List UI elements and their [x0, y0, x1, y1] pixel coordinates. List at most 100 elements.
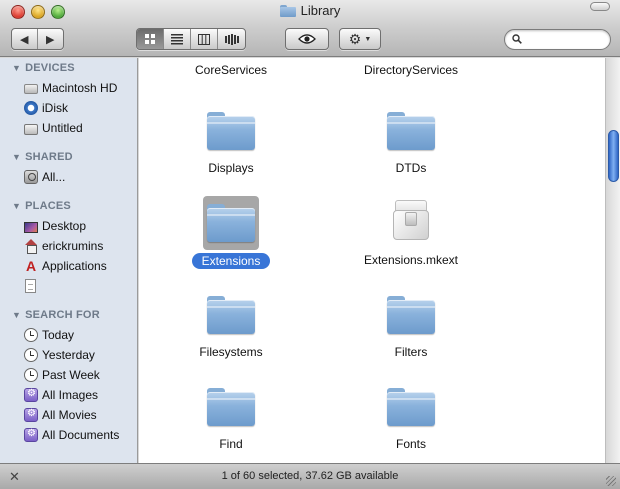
file-browser: CoreServices DirectoryServices Displays …: [139, 58, 605, 463]
status-text: 1 of 60 selected, 37.62 GB available: [221, 470, 399, 482]
vertical-scrollbar[interactable]: [605, 58, 620, 463]
smart-folder-icon: [24, 408, 38, 422]
back-button[interactable]: ◀: [12, 29, 38, 49]
window-toolbar: Library ◀ ▶ ⚙ ▼: [0, 0, 620, 57]
clock-icon: [24, 328, 38, 342]
file-item[interactable]: DirectoryServices: [321, 58, 501, 78]
file-name: DirectoryServices: [363, 63, 459, 77]
document-icon: [25, 279, 36, 293]
action-menu-control: ⚙ ▼: [339, 28, 381, 50]
resize-grip-icon[interactable]: [606, 476, 616, 486]
sidebar-item-label: All Movies: [42, 408, 97, 422]
file-name: Extensions.mkext: [363, 253, 459, 267]
home-icon: [24, 239, 38, 254]
sidebar-item-label: All Images: [42, 388, 99, 402]
sidebar-item-desktop[interactable]: Desktop: [24, 217, 136, 235]
clock-icon: [24, 368, 38, 382]
file-item-selected[interactable]: Extensions: [141, 196, 321, 269]
folder-icon: [207, 296, 255, 334]
back-forward-control: ◀ ▶: [11, 28, 64, 50]
view-mode-control: [136, 28, 246, 50]
disclosure-triangle-icon: ▼: [12, 63, 22, 73]
column-view-icon: [198, 33, 210, 45]
sidebar-item-home[interactable]: erickrumins: [24, 237, 136, 255]
sidebar-item-label: All...: [42, 170, 66, 184]
selection-highlight: [203, 196, 259, 250]
folder-icon: [207, 204, 255, 242]
sidebar-item-all-images[interactable]: All Images: [24, 386, 136, 404]
sidebar-section-shared[interactable]: ▼ SHARED: [12, 151, 73, 163]
action-menu-button[interactable]: ⚙ ▼: [340, 29, 380, 49]
coverflow-view-button[interactable]: [218, 29, 245, 49]
idisk-icon: [24, 101, 38, 115]
sidebar-item-applications[interactable]: A Applications: [24, 257, 136, 275]
smart-folder-icon: [24, 428, 38, 442]
sidebar-item-label: Past Week: [42, 368, 100, 382]
file-item[interactable]: Filters: [321, 296, 501, 360]
sidebar-item-today[interactable]: Today: [24, 326, 136, 344]
forward-button[interactable]: ▶: [38, 29, 63, 49]
gear-icon: ⚙: [348, 31, 362, 47]
sidebar-item-past-week[interactable]: Past Week: [24, 366, 136, 384]
sidebar-section-search-for[interactable]: ▼ SEARCH FOR: [12, 309, 100, 321]
toolbar-toggle-button[interactable]: [590, 2, 610, 11]
list-view-button[interactable]: [164, 29, 191, 49]
section-title: DEVICES: [25, 62, 75, 74]
file-name: DTDs: [395, 161, 427, 175]
forward-arrow-icon: ▶: [46, 33, 55, 46]
sidebar-item-macintosh-hd[interactable]: Macintosh HD: [24, 79, 136, 97]
sidebar-item-all-movies[interactable]: All Movies: [24, 406, 136, 424]
sidebar-item-label: Desktop: [42, 219, 87, 233]
column-view-button[interactable]: [191, 29, 218, 49]
sidebar-section-places[interactable]: ▼ PLACES: [12, 200, 71, 212]
search-input[interactable]: [527, 32, 607, 47]
smart-folder-icon: [24, 388, 38, 402]
sidebar-item-label: Today: [42, 328, 75, 342]
file-item[interactable]: Find: [141, 388, 321, 452]
file-item[interactable]: DTDs: [321, 112, 501, 176]
disclosure-triangle-icon: ▼: [12, 310, 22, 320]
folder-icon: [279, 4, 296, 17]
quick-look-button[interactable]: [286, 29, 328, 49]
desktop-icon: [24, 221, 38, 233]
scrollbar-thumb[interactable]: [608, 130, 619, 182]
drive-icon: [24, 123, 38, 135]
section-title: PLACES: [25, 200, 71, 212]
network-icon: [24, 170, 38, 184]
file-item[interactable]: Displays: [141, 112, 321, 176]
hard-disk-icon: [24, 84, 38, 94]
folder-icon: [207, 388, 255, 426]
file-item[interactable]: Extensions.mkext: [321, 200, 501, 268]
sidebar-item-label: Yesterday: [42, 348, 95, 362]
sidebar-item-all-shared[interactable]: All...: [24, 168, 136, 186]
folder-icon: [387, 112, 435, 150]
quick-look-control: [285, 28, 329, 50]
sidebar-item-idisk[interactable]: iDisk: [24, 99, 136, 117]
icon-view-icon: [144, 33, 155, 44]
sidebar-item-label: All Documents: [42, 428, 120, 442]
sidebar-section-devices[interactable]: ▼ DEVICES: [12, 62, 75, 74]
sidebar-item-label: iDisk: [42, 101, 68, 115]
applications-icon: A: [25, 258, 37, 274]
eye-icon: [298, 34, 316, 44]
coverflow-view-icon: [224, 33, 239, 45]
file-item[interactable]: Filesystems: [141, 296, 321, 360]
sidebar-item-yesterday[interactable]: Yesterday: [24, 346, 136, 364]
sidebar-item-document[interactable]: [24, 277, 136, 295]
file-name: Fonts: [395, 437, 426, 451]
file-item[interactable]: Fonts: [321, 388, 501, 452]
sidebar-item-label: erickrumins: [42, 239, 104, 253]
search-field[interactable]: [504, 29, 611, 50]
sidebar-item-untitled[interactable]: Untitled: [24, 119, 136, 137]
file-item[interactable]: CoreServices: [141, 58, 321, 78]
folder-icon: [387, 388, 435, 426]
file-name: Filesystems: [199, 345, 263, 359]
clock-icon: [24, 348, 38, 362]
back-arrow-icon: ◀: [20, 33, 29, 46]
list-view-icon: [171, 33, 183, 44]
sidebar-item-all-documents[interactable]: All Documents: [24, 426, 136, 444]
sidebar-item-label: Macintosh HD: [42, 81, 118, 95]
icon-view-button[interactable]: [137, 29, 164, 49]
disclosure-triangle-icon: ▼: [12, 201, 22, 211]
folder-icon: [207, 112, 255, 150]
